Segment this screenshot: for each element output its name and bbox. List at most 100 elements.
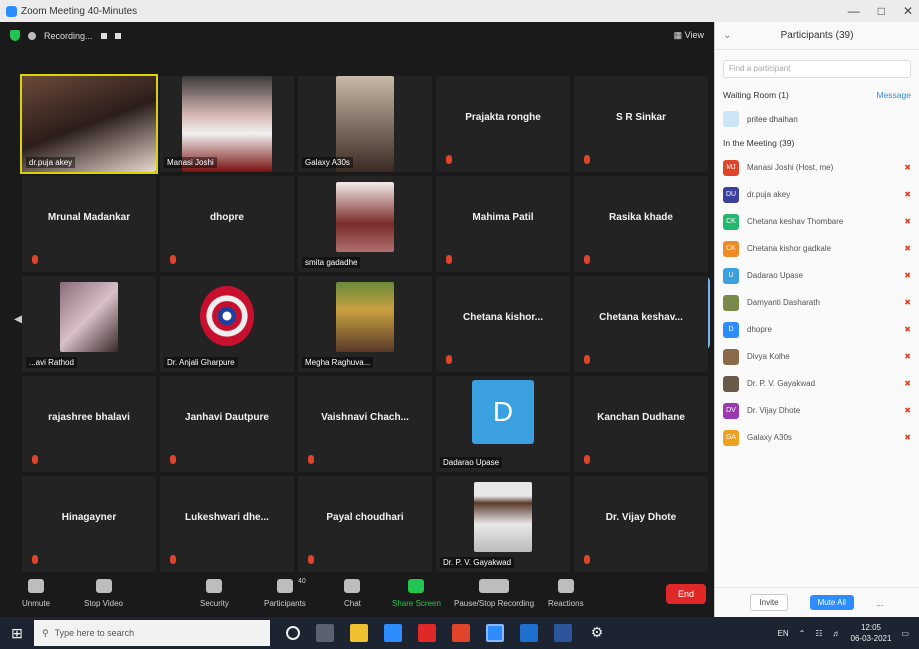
unmute-button[interactable]: Unmute bbox=[22, 579, 50, 608]
word-icon[interactable] bbox=[554, 624, 572, 642]
name-tile[interactable]: Rasika khade bbox=[574, 176, 708, 272]
participant-row[interactable]: CK Chetana keshav Thombare ✖ bbox=[715, 208, 919, 235]
settings-gear-icon[interactable]: ⚙ bbox=[588, 624, 606, 642]
video-tile[interactable]: Dr. Anjali Gharpure bbox=[160, 276, 294, 372]
pause-recording-icon[interactable] bbox=[100, 32, 107, 39]
name-tile[interactable]: Chetana kishor... bbox=[436, 276, 570, 372]
taskbar-search-input[interactable]: ⚲ Type here to search bbox=[34, 620, 270, 646]
video-tile[interactable]: smita gadadhe bbox=[298, 176, 432, 272]
name-tile[interactable]: S R Sinkar bbox=[574, 76, 708, 172]
mic-muted-icon: ✖ bbox=[904, 325, 911, 334]
view-button[interactable]: ▦ View bbox=[674, 30, 704, 41]
participant-name: Damyanti Dasharath bbox=[747, 298, 820, 307]
name-tile[interactable]: Kanchan Dudhane bbox=[574, 376, 708, 472]
waiting-participant[interactable]: pritee dhaihan bbox=[715, 106, 919, 132]
stop-video-button[interactable]: Stop Video bbox=[84, 579, 123, 608]
more-options-button[interactable]: ... bbox=[876, 598, 884, 608]
video-tile[interactable]: Galaxy A30s bbox=[298, 76, 432, 172]
file-explorer-icon[interactable] bbox=[350, 624, 368, 642]
avatar: DV bbox=[723, 402, 739, 419]
language-indicator[interactable]: EN bbox=[778, 629, 789, 638]
participants-panel: ⌄ Participants (39) Find a participant W… bbox=[714, 22, 919, 617]
message-link[interactable]: Message bbox=[877, 90, 912, 100]
tile-name: Mrunal Madankar bbox=[47, 212, 131, 223]
cortana-icon[interactable] bbox=[286, 626, 300, 640]
name-tile[interactable]: dhopre bbox=[160, 176, 294, 272]
video-tile[interactable]: ...avi Rathod bbox=[22, 276, 156, 372]
network-icon[interactable]: ☷ bbox=[815, 629, 822, 638]
video-camera-icon bbox=[95, 579, 112, 593]
chat-button[interactable]: Chat bbox=[344, 579, 361, 608]
tile-name: Rasika khade bbox=[609, 212, 673, 223]
participant-row[interactable]: U Dadarao Upase ✖ bbox=[715, 262, 919, 289]
security-shield-icon[interactable] bbox=[10, 30, 20, 41]
participant-row[interactable]: Ddhopre ✖ bbox=[715, 316, 919, 343]
pdf-app-icon[interactable] bbox=[418, 624, 436, 642]
tile-name: rajashree bhalavi bbox=[48, 412, 130, 423]
participant-row[interactable]: Damyanti Dasharath ✖ bbox=[715, 289, 919, 316]
pause-recording-label: Pause/Stop Recording bbox=[454, 599, 535, 608]
edge-browser-icon[interactable] bbox=[384, 624, 402, 642]
close-icon[interactable]: ✕ bbox=[903, 4, 913, 18]
mute-all-button[interactable]: Mute All bbox=[809, 595, 855, 610]
name-tile[interactable]: Payal choudhari bbox=[298, 476, 432, 572]
waiting-room-label: Waiting Room (1) bbox=[723, 90, 789, 100]
invite-button[interactable]: Invite bbox=[750, 594, 788, 611]
participant-row[interactable]: GA Galaxy A30s ✖ bbox=[715, 424, 919, 451]
participant-row[interactable]: DV Dr. Vijay Dhote ✖ bbox=[715, 397, 919, 424]
in-meeting-header[interactable]: In the Meeting (39) bbox=[715, 132, 919, 154]
media-app-icon[interactable] bbox=[452, 624, 470, 642]
waiting-room-header[interactable]: Waiting Room (1) Message bbox=[715, 84, 919, 106]
reactions-button[interactable]: Reactions bbox=[548, 579, 584, 608]
tile-name: dhopre bbox=[210, 212, 244, 223]
tray-up-arrow-icon[interactable]: ⌃ bbox=[799, 629, 806, 638]
video-tile[interactable]: Megha Raghuva... bbox=[298, 276, 432, 372]
name-tile[interactable]: rajashree bhalavi bbox=[22, 376, 156, 472]
name-tile[interactable]: Mahima Patil bbox=[436, 176, 570, 272]
tile-name: Mahima Patil bbox=[472, 212, 534, 223]
name-tile[interactable]: Dr. Vijay Dhote bbox=[574, 476, 708, 572]
participant-row[interactable]: MJ Manasi Joshi (Host, me) ✖ bbox=[715, 154, 919, 181]
avatar: DU bbox=[723, 186, 739, 203]
mic-muted-icon: ✖ bbox=[904, 271, 911, 280]
windows-taskbar: ⊞ ⚲ Type here to search ⚙ EN ⌃ ☷ ♬ 12:05… bbox=[0, 617, 919, 649]
app-icon[interactable] bbox=[520, 624, 538, 642]
name-tile[interactable]: Mrunal Madankar bbox=[22, 176, 156, 272]
video-tile[interactable]: D Dadarao Upase bbox=[436, 376, 570, 472]
clock[interactable]: 12:05 06-03-2021 bbox=[851, 622, 892, 644]
task-view-icon[interactable] bbox=[316, 624, 334, 642]
video-tile[interactable]: Dr. P. V. Gayakwad bbox=[436, 476, 570, 572]
tile-name: Chetana kishor... bbox=[462, 312, 544, 323]
window-titlebar: Zoom Meeting 40-Minutes — □ ✕ bbox=[0, 0, 919, 22]
zoom-taskbar-icon[interactable] bbox=[486, 624, 504, 642]
share-screen-button[interactable]: Share Screen bbox=[392, 579, 441, 608]
participant-search-input[interactable]: Find a participant bbox=[723, 60, 911, 78]
end-meeting-button[interactable]: End bbox=[666, 584, 706, 604]
name-tile[interactable]: Chetana keshav... bbox=[574, 276, 708, 372]
notifications-icon[interactable]: ▭ bbox=[901, 629, 909, 638]
video-tile[interactable]: Manasi Joshi bbox=[160, 76, 294, 172]
participant-row[interactable]: Divya Kolhe ✖ bbox=[715, 343, 919, 370]
volume-icon[interactable]: ♬ bbox=[833, 629, 841, 638]
maximize-icon[interactable]: □ bbox=[878, 4, 885, 18]
name-tile[interactable]: Janhavi Dautpure bbox=[160, 376, 294, 472]
mic-muted-icon bbox=[170, 255, 176, 264]
security-button[interactable]: Security bbox=[200, 579, 229, 608]
tile-name: Dr. Vijay Dhote bbox=[605, 512, 677, 523]
name-tile[interactable]: Lukeshwari dhe... bbox=[160, 476, 294, 572]
avatar: CK bbox=[723, 213, 739, 230]
participant-row[interactable]: CK Chetana kishor gadkale ✖ bbox=[715, 235, 919, 262]
collapse-chevron-icon[interactable]: ⌄ bbox=[723, 30, 731, 41]
minimize-icon[interactable]: — bbox=[848, 4, 860, 18]
participant-row[interactable]: Dr. P. V. Gayakwad ✖ bbox=[715, 370, 919, 397]
stop-recording-icon[interactable] bbox=[114, 32, 121, 39]
mic-muted-icon bbox=[308, 455, 314, 464]
video-tile[interactable]: dr.puja akey bbox=[20, 74, 158, 174]
name-tile[interactable]: Vaishnavi Chach... bbox=[298, 376, 432, 472]
name-tile[interactable]: Hinagayner bbox=[22, 476, 156, 572]
participant-row[interactable]: DU dr.puja akey ✖ bbox=[715, 181, 919, 208]
name-tile[interactable]: Prajakta ronghe bbox=[436, 76, 570, 172]
windows-start-icon[interactable]: ⊞ bbox=[0, 617, 34, 649]
mic-muted-icon bbox=[584, 555, 590, 564]
pause-stop-recording-button[interactable]: Pause/Stop Recording bbox=[454, 579, 534, 608]
